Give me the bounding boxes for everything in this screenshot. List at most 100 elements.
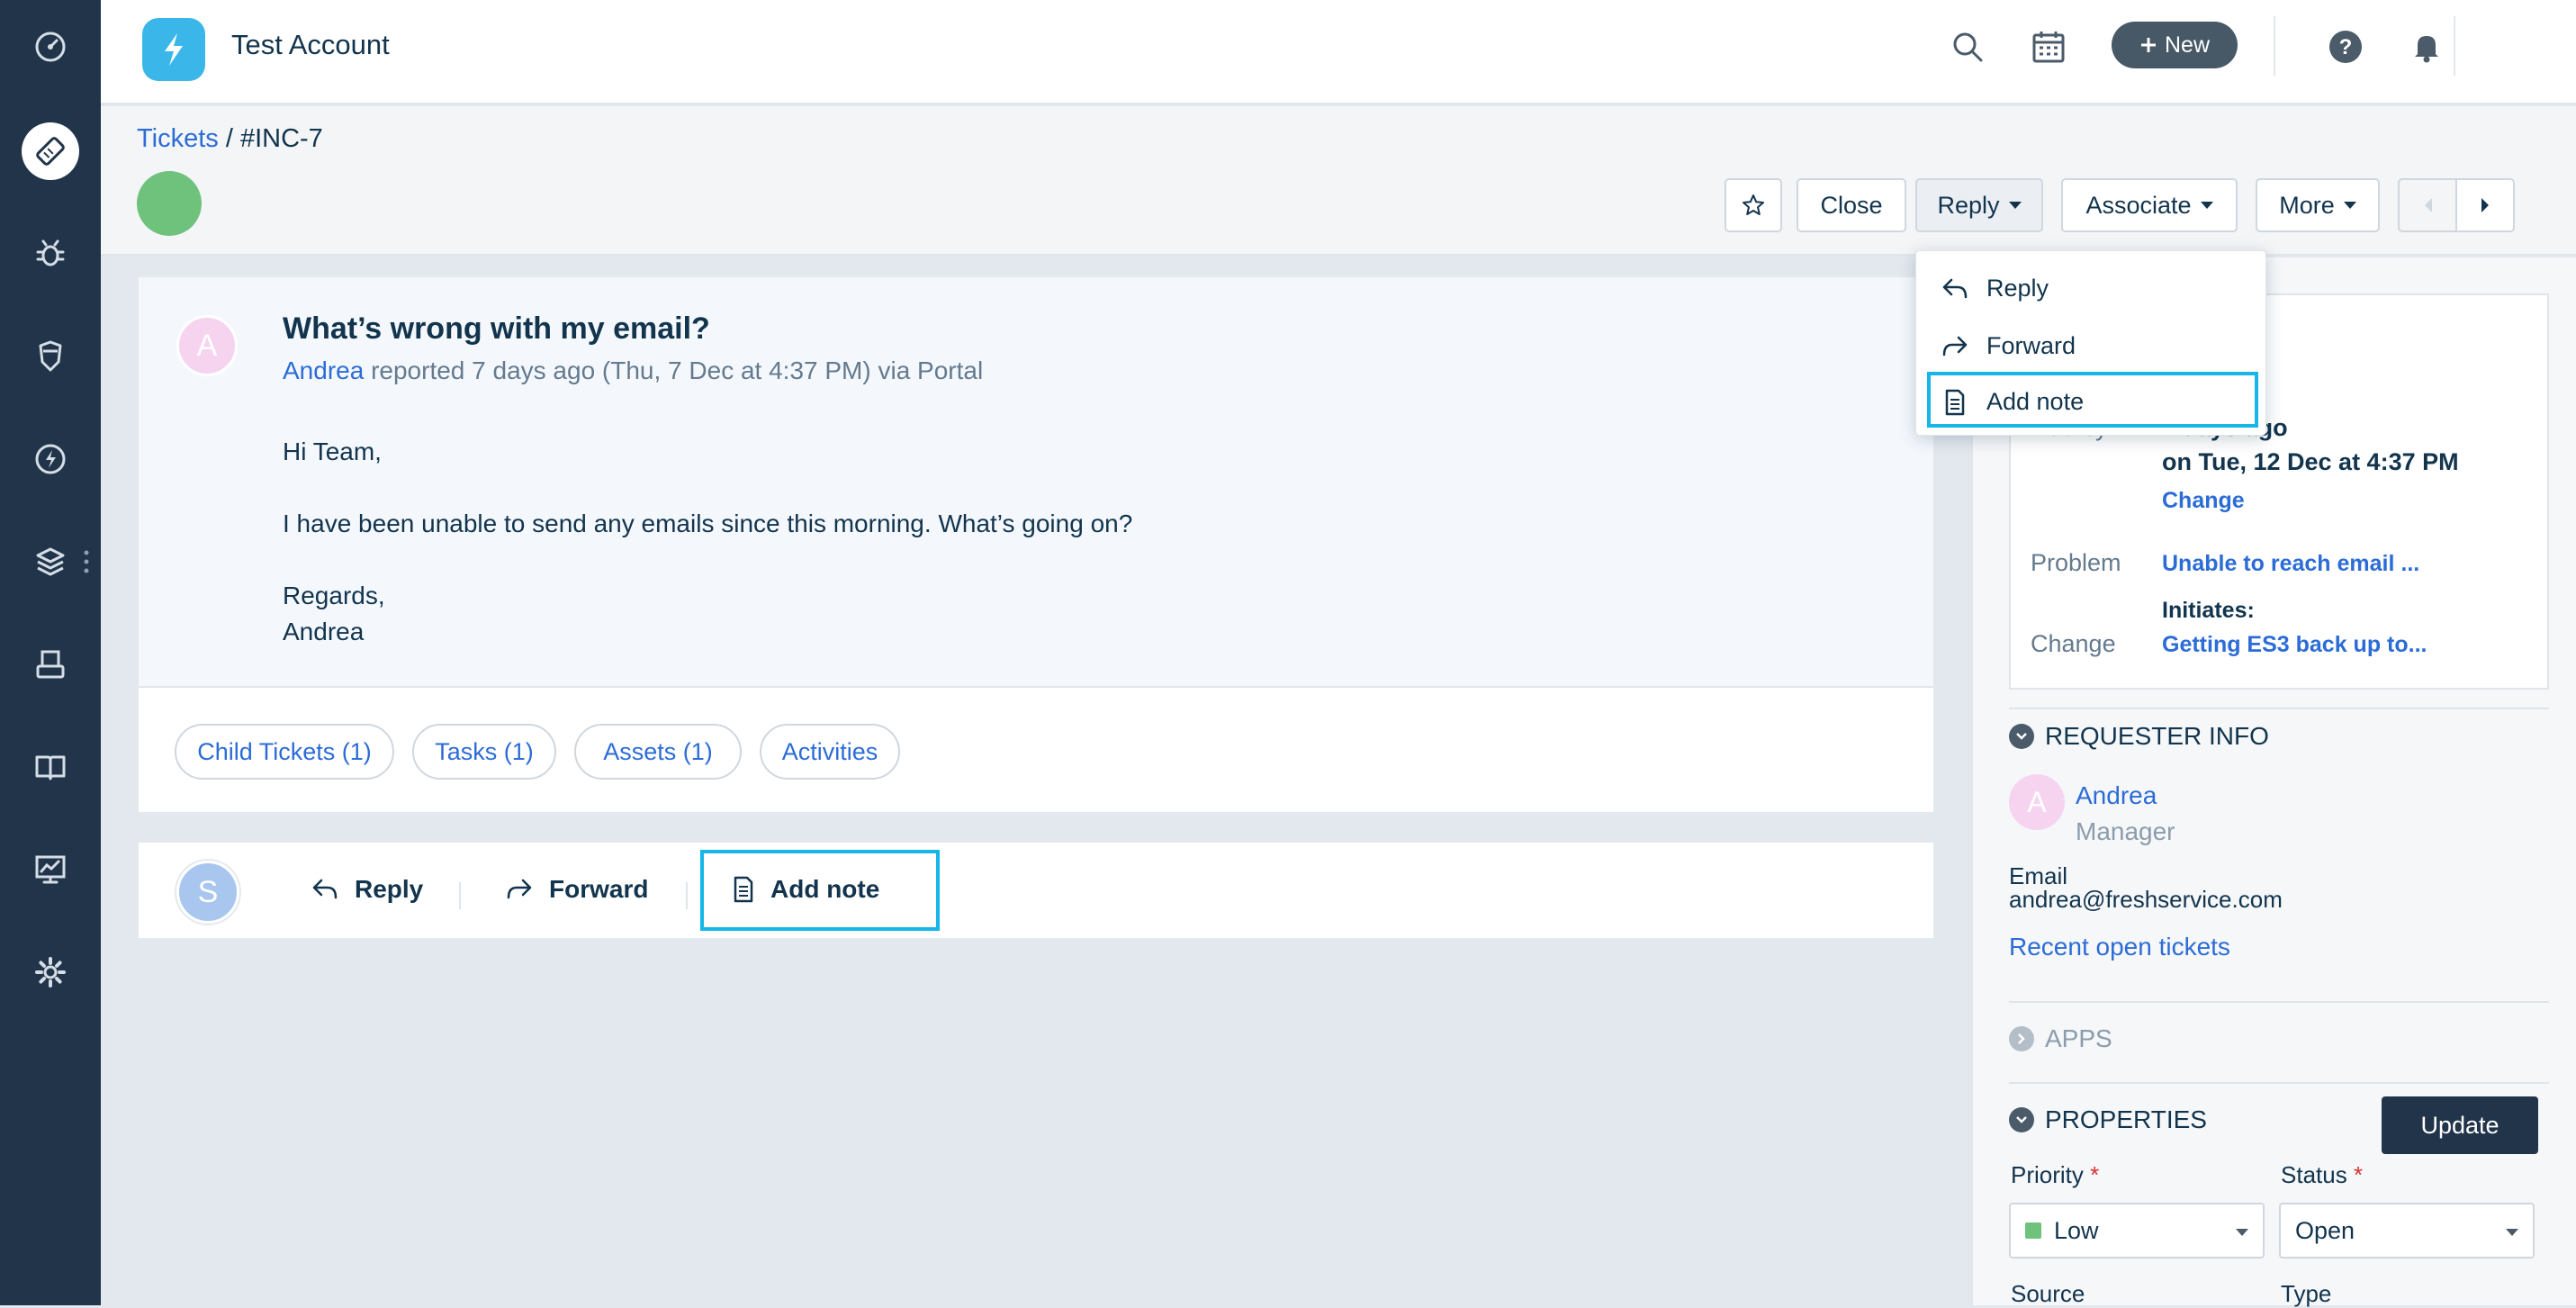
change-link[interactable]: Getting ES3 back up to... (2162, 632, 2427, 658)
star-button[interactable] (1725, 178, 1782, 232)
lightning-icon[interactable] (22, 430, 79, 488)
ticket-meta-text: reported 7 days ago (Thu, 7 Dec at 4:37 … (364, 356, 984, 384)
dropdown-reply-label: Reply (1986, 275, 2049, 302)
ticket-status-indicator (137, 171, 202, 236)
section-divider (2009, 708, 2549, 709)
top-header: Test Account New ? S (101, 0, 2576, 104)
reply-dropdown-button[interactable]: Reply (1915, 178, 2043, 232)
reply-action[interactable]: Reply (311, 875, 423, 904)
body-greeting: Hi Team, (283, 438, 382, 465)
child-tickets-tab[interactable]: Child Tickets (1) (175, 724, 394, 780)
chevron-left-icon (2425, 198, 2432, 212)
chart-icon[interactable] (22, 841, 79, 898)
dropdown-reply-item[interactable]: Reply (1941, 275, 2049, 302)
breadcrumb-tickets-link[interactable]: Tickets (137, 124, 219, 153)
ticket-subject: What’s wrong with my email? (283, 311, 710, 346)
star-icon (1743, 194, 1764, 215)
status-select[interactable]: Open (2279, 1203, 2535, 1258)
new-button-label: New (2164, 32, 2210, 58)
printer-icon[interactable] (22, 636, 79, 693)
properties-header[interactable]: PROPERTIES (2009, 1105, 2207, 1134)
calendar-icon[interactable] (2027, 25, 2070, 68)
source-label: Source (2011, 1280, 2085, 1307)
activities-tab[interactable]: Activities (760, 724, 900, 780)
requester-name-link[interactable]: Andrea (283, 356, 364, 384)
requester-email: andrea@freshservice.com (2009, 886, 2283, 913)
ticket-description: A What’s wrong with my email? Andrea rep… (139, 277, 1933, 688)
forward-action-label: Forward (549, 875, 649, 903)
body-line: I have been unable to send any emails si… (283, 510, 1133, 537)
change-due-link[interactable]: Change (2162, 488, 2245, 514)
chevron-right-icon (2009, 1026, 2034, 1051)
associate-dropdown-button[interactable]: Associate (2061, 178, 2238, 232)
shield-icon[interactable] (22, 328, 79, 385)
bell-icon[interactable] (2405, 25, 2448, 68)
caret-down-icon (2200, 202, 2213, 209)
dropdown-forward-item[interactable]: Forward (1941, 332, 2076, 360)
action-separator (686, 882, 688, 909)
reply-button-label: Reply (1937, 191, 2000, 219)
ticket-meta: Andrea reported 7 days ago (Thu, 7 Dec a… (283, 356, 983, 385)
reply-icon (312, 879, 338, 899)
search-icon[interactable] (1946, 25, 1989, 68)
due-by-date: on Tue, 12 Dec at 4:37 PM (2162, 448, 2459, 475)
forward-icon (1942, 336, 1968, 356)
account-name: Test Account (231, 29, 390, 60)
priority-value: Low (2054, 1216, 2099, 1244)
more-vertical-icon[interactable] (83, 549, 90, 574)
agent-avatar: S (176, 861, 239, 924)
reply-action-bar: S Reply Forward Add note (137, 841, 1935, 940)
apps-header[interactable]: APPS (2009, 1024, 2112, 1053)
close-button[interactable]: Close (1797, 178, 1906, 232)
required-mark: * (2090, 1161, 2100, 1188)
caret-down-icon (2506, 1229, 2518, 1236)
assets-tab[interactable]: Assets (1) (574, 724, 742, 780)
priority-select[interactable]: Low (2009, 1203, 2265, 1258)
breadcrumb-separator: / (218, 124, 240, 153)
requester-avatar-small: A (2009, 774, 2065, 830)
svg-text:?: ? (2339, 35, 2353, 59)
problem-link[interactable]: Unable to reach email ... (2162, 551, 2419, 577)
breadcrumb-current: #INC-7 (239, 124, 323, 153)
reply-dropdown-menu: Reply Forward Add note (1915, 250, 2266, 436)
more-button-label: More (2279, 191, 2335, 219)
chevron-down-icon (2009, 1107, 2034, 1132)
body-closing: Regards, (283, 582, 385, 609)
next-ticket-button[interactable] (2455, 178, 2515, 232)
freshservice-logo[interactable] (142, 18, 205, 81)
book-icon[interactable] (22, 738, 79, 796)
tasks-tab[interactable]: Tasks (1) (412, 724, 556, 780)
forward-action[interactable]: Forward (506, 875, 648, 904)
ticket-conversation-card: A What’s wrong with my email? Andrea rep… (137, 275, 1935, 814)
update-button[interactable]: Update (2382, 1096, 2538, 1154)
priority-color-swatch (2025, 1222, 2041, 1239)
breadcrumb: Tickets / #INC-7 (137, 124, 323, 154)
reply-action-label: Reply (355, 875, 424, 903)
bug-icon[interactable] (22, 225, 79, 283)
ticket-toolbar: Tickets / #INC-7 Close Reply Associate M… (101, 106, 2576, 256)
chevron-right-icon (2481, 198, 2489, 212)
recent-open-tickets-link[interactable]: Recent open tickets (2009, 933, 2230, 961)
add-note-highlight (700, 850, 940, 931)
forward-icon (507, 879, 532, 899)
more-dropdown-button[interactable]: More (2256, 178, 2380, 232)
reply-icon (1942, 278, 1968, 298)
gear-icon[interactable] (22, 943, 79, 1001)
layers-icon[interactable] (22, 533, 79, 591)
speedometer-icon[interactable] (22, 18, 79, 76)
previous-ticket-button[interactable] (2398, 178, 2457, 232)
ticket-icon[interactable] (22, 122, 79, 180)
requester-name[interactable]: Andrea (2076, 781, 2157, 810)
requester-info-header[interactable]: REQUESTER INFO (2009, 722, 2269, 751)
new-button[interactable]: New (2112, 22, 2238, 68)
header-divider (2274, 16, 2275, 76)
priority-label: Priority * (2011, 1161, 2099, 1189)
body-signature: Andrea (283, 618, 365, 645)
status-label: Status * (2281, 1161, 2363, 1189)
status-value: Open (2295, 1216, 2355, 1244)
dropdown-forward-label: Forward (1986, 332, 2076, 359)
initiates-label: Initiates: (2162, 598, 2255, 623)
status-label-text: Status (2281, 1161, 2347, 1188)
section-divider (2009, 1082, 2549, 1084)
help-icon[interactable]: ? (2324, 25, 2367, 68)
